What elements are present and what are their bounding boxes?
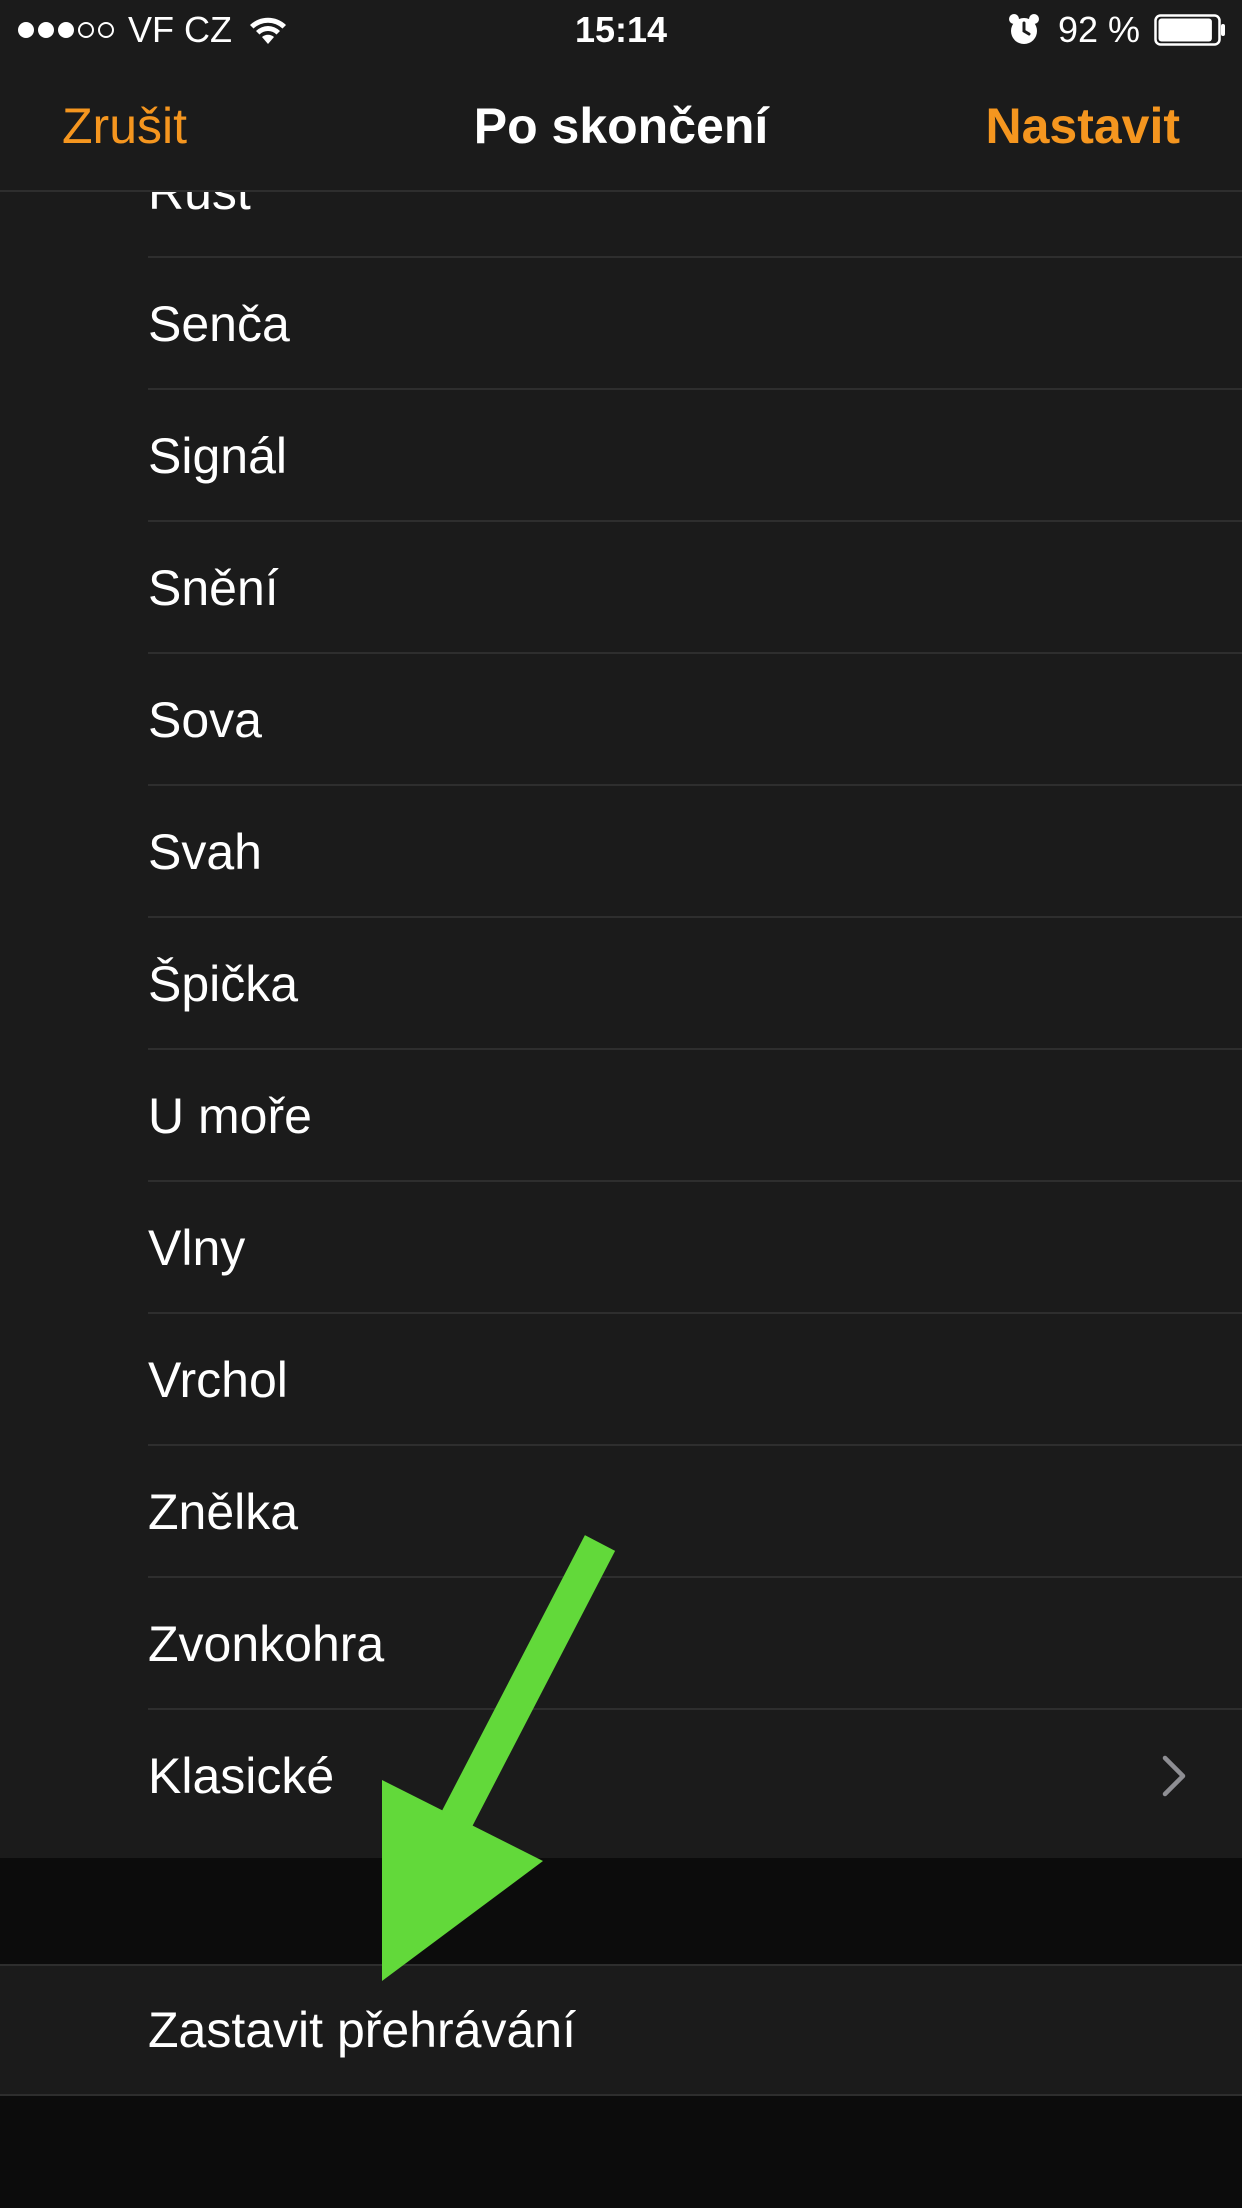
- stop-playing-label: Zastavit přehrávání: [148, 2002, 576, 2058]
- battery-icon: [1154, 14, 1225, 46]
- tone-label: Senča: [148, 296, 290, 352]
- battery-percentage: 92 %: [1057, 9, 1140, 50]
- section-gap: [0, 1858, 1242, 1964]
- chevron-right-icon: [1162, 1755, 1186, 1797]
- tone-row[interactable]: Vrchol: [0, 1314, 1242, 1446]
- tone-row[interactable]: Špička: [0, 918, 1242, 1050]
- tone-row[interactable]: Senča: [0, 258, 1242, 390]
- tone-row[interactable]: Vlny: [0, 1182, 1242, 1314]
- tone-row[interactable]: Svah: [0, 786, 1242, 918]
- tone-label: Signál: [148, 428, 287, 484]
- tone-label: Zvonkohra: [148, 1616, 385, 1672]
- tone-label: Vrchol: [148, 1352, 288, 1408]
- tone-label: Snění: [148, 560, 279, 616]
- tone-row[interactable]: Znělka: [0, 1446, 1242, 1578]
- tone-label: Znělka: [148, 1484, 299, 1540]
- tone-row[interactable]: Snění: [0, 522, 1242, 654]
- tone-row[interactable]: Růst: [0, 192, 1242, 258]
- tone-label: Vlny: [148, 1220, 246, 1276]
- tone-row[interactable]: Zvonkohra: [0, 1578, 1242, 1710]
- tone-label: Klasické: [148, 1748, 335, 1804]
- tone-label: U moře: [148, 1088, 312, 1144]
- tone-list[interactable]: Růst Senča Signál Snění Sova Svah Špička…: [0, 192, 1242, 1858]
- tone-row[interactable]: Signál: [0, 390, 1242, 522]
- tone-label: Sova: [148, 692, 262, 748]
- tone-label: Svah: [148, 824, 262, 880]
- tone-row[interactable]: Sova: [0, 654, 1242, 786]
- set-button[interactable]: Nastavit: [985, 60, 1180, 192]
- alarm-clock-icon: [1008, 14, 1039, 44]
- tone-label: Špička: [148, 956, 299, 1012]
- tone-row[interactable]: U moře: [0, 1050, 1242, 1182]
- classic-tones-row[interactable]: Klasické: [0, 1710, 1242, 1842]
- status-bar: VF CZ 15:14 92 %: [0, 0, 1242, 60]
- tone-label: Růst: [148, 192, 251, 220]
- stop-playing-row[interactable]: Zastavit přehrávání: [0, 1964, 1242, 2096]
- navigation-bar: Zrušit Po skončení Nastavit: [0, 60, 1242, 192]
- status-right: 92 %: [1006, 9, 1226, 50]
